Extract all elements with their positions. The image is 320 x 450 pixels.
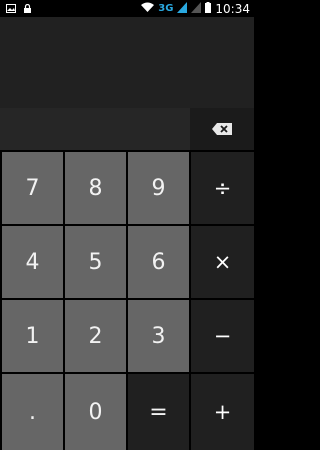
image-icon	[6, 3, 16, 16]
battery-icon	[205, 1, 212, 16]
delete-button[interactable]	[192, 110, 252, 148]
key-divide[interactable]: ÷	[191, 152, 254, 224]
backspace-icon	[212, 120, 232, 139]
key-equals[interactable]: =	[128, 374, 189, 450]
key-8[interactable]: 8	[65, 152, 126, 224]
lock-icon	[24, 3, 31, 16]
key-3[interactable]: 3	[128, 300, 189, 372]
key-1[interactable]: 1	[2, 300, 63, 372]
expression-input[interactable]	[0, 108, 190, 150]
clock: 10:34	[215, 1, 250, 16]
key-7[interactable]: 7	[2, 152, 63, 224]
key-add[interactable]: +	[191, 374, 254, 450]
key-subtract[interactable]: −	[191, 300, 254, 372]
wifi-icon	[141, 2, 155, 15]
key-2[interactable]: 2	[65, 300, 126, 372]
key-6[interactable]: 6	[128, 226, 189, 298]
key-decimal[interactable]: .	[2, 374, 63, 450]
signal-icon	[177, 1, 188, 16]
signal-icon	[191, 1, 202, 16]
delete-cell	[190, 108, 254, 150]
key-multiply[interactable]: ×	[191, 226, 254, 298]
keypad: 7 8 9 ÷ 4 5 6 × 1 2 3 − . 0 = +	[0, 150, 254, 450]
key-0[interactable]: 0	[65, 374, 126, 450]
result-display	[0, 17, 254, 108]
key-5[interactable]: 5	[65, 226, 126, 298]
network-type: 3G	[158, 3, 174, 14]
key-4[interactable]: 4	[2, 226, 63, 298]
key-9[interactable]: 9	[128, 152, 189, 224]
status-bar: 3G 10:34	[0, 0, 254, 17]
